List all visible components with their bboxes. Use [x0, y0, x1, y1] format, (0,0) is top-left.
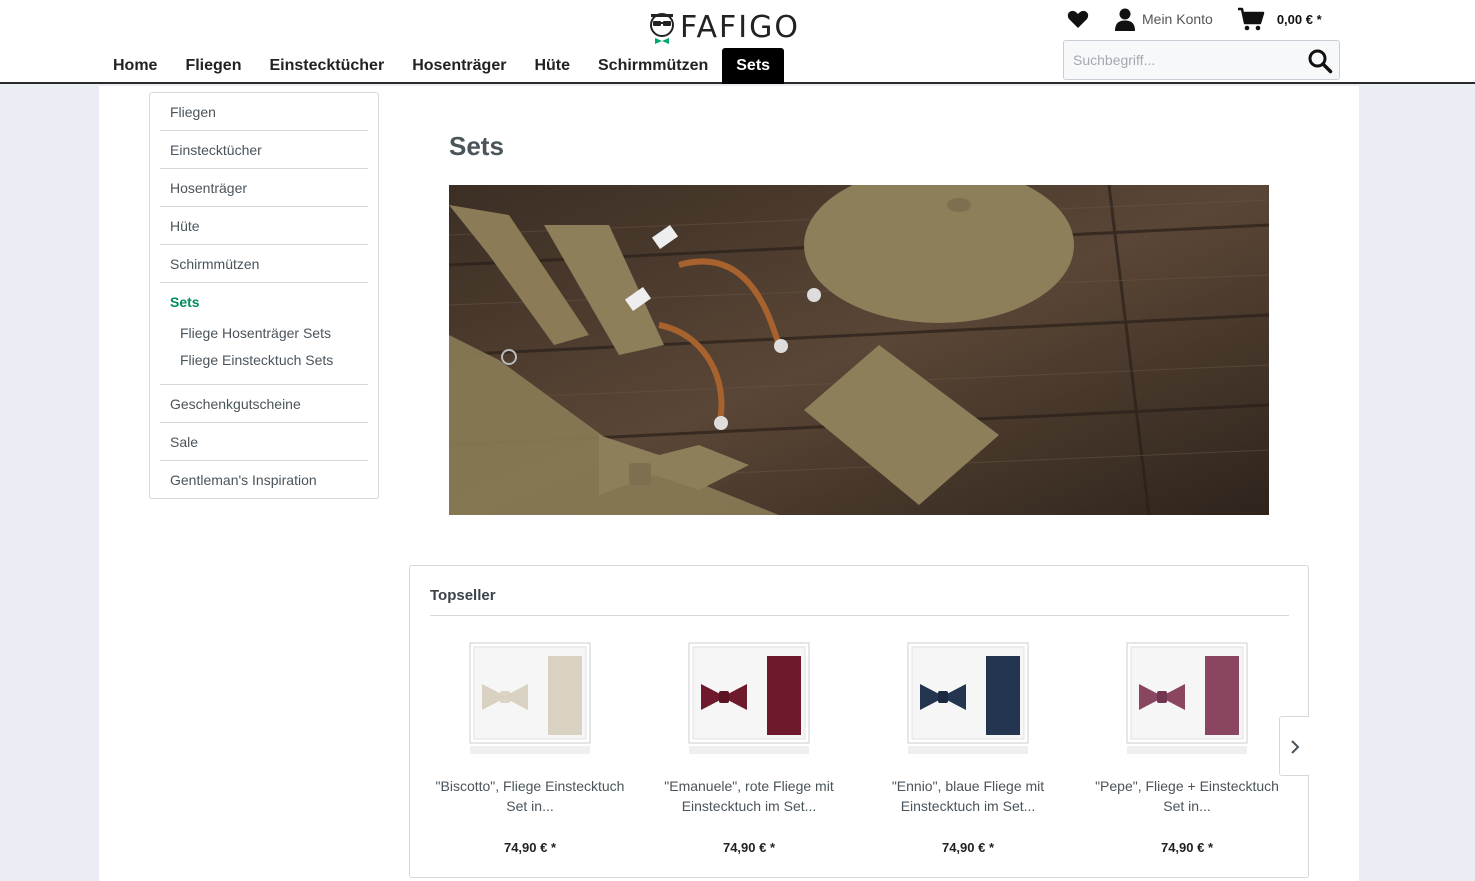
nav-item-hosentraeger[interactable]: Hosenträger [398, 48, 520, 84]
sidebar-subitem-fliege-einstecktuch-sets[interactable]: Fliege Einstecktuch Sets [180, 352, 333, 368]
sidebar-item-einstecktuecher[interactable]: Einstecktücher [160, 131, 368, 169]
page-title: Sets [449, 131, 504, 161]
sidebar-item-sale[interactable]: Sale [160, 423, 368, 461]
product-image [1126, 642, 1248, 754]
sidebar-item-huete[interactable]: Hüte [160, 207, 368, 245]
product-image [469, 642, 591, 754]
product-card[interactable]: "Emanuele", rote Fliege mit Einstecktuch… [649, 626, 849, 866]
cart-icon [1237, 7, 1265, 31]
user-icon [1115, 8, 1135, 31]
logo-text: FAFIGO [680, 9, 800, 45]
heart-icon[interactable] [1066, 7, 1090, 31]
cart-link[interactable]: 0,00 € * [1237, 7, 1322, 31]
logo-mark-icon [650, 13, 674, 44]
nav-item-sets[interactable]: Sets [722, 48, 785, 84]
product-name[interactable]: "Emanuele", rote Fliege mit Einstecktuch… [649, 776, 849, 816]
search-icon[interactable] [1307, 48, 1333, 74]
nav-item-fliegen[interactable]: Fliegen [171, 48, 255, 84]
nav-item-schirmmuetzen[interactable]: Schirmmützen [584, 48, 722, 84]
sidebar-item-fliegen[interactable]: Fliegen [160, 93, 368, 131]
account-label: Mein Konto [1142, 11, 1213, 27]
sidebar-item-hosentraeger[interactable]: Hosenträger [160, 169, 368, 207]
product-price: 74,90 € * [503, 840, 557, 855]
sidebar-item-geschenkgutscheine[interactable]: Geschenkgutscheine [160, 385, 368, 423]
site-header: FAFIGO Home Fliegen Einstecktücher Hosen… [0, 0, 1475, 84]
account-link[interactable]: Mein Konto [1114, 7, 1213, 31]
logo[interactable]: FAFIGO [648, 8, 800, 46]
product-name[interactable]: "Biscotto", Fliege Einstecktuch Set in..… [430, 776, 630, 816]
header-actions: Mein Konto 0,00 € * [1064, 6, 1340, 32]
nav-item-huete[interactable]: Hüte [520, 48, 584, 84]
product-price: 74,90 € * [1160, 840, 1214, 855]
product-card[interactable]: "Biscotto", Fliege Einstecktuch Set in..… [430, 626, 630, 866]
product-price: 74,90 € * [941, 840, 995, 855]
topseller-divider [430, 615, 1289, 616]
product-price: 74,90 € * [722, 840, 776, 855]
cart-total: 0,00 € * [1276, 11, 1322, 27]
product-name[interactable]: "Pepe", Fliege + Einstecktuch Set in... [1087, 776, 1287, 816]
main-nav: Home Fliegen Einstecktücher Hosenträger … [99, 48, 785, 84]
topseller-slider: Topseller "Biscotto", Fliege Einstecktuc… [409, 565, 1309, 878]
category-banner-image [449, 185, 1269, 515]
product-card[interactable]: "Pepe", Fliege + Einstecktuch Set in... … [1087, 626, 1287, 866]
search-input[interactable] [1064, 41, 1299, 79]
sidebar-item-gentlemans-inspiration[interactable]: Gentleman's Inspiration [160, 461, 368, 499]
chevron-right-icon [1291, 740, 1300, 754]
slider-next-button[interactable] [1279, 716, 1309, 776]
product-card[interactable]: "Ennio", blaue Fliege mit Einstecktuch i… [868, 626, 1068, 866]
sidebar-subitem-fliege-hosentraeger-sets[interactable]: Fliege Hosenträger Sets [180, 325, 331, 341]
sidebar-item-schirmmuetzen[interactable]: Schirmmützen [160, 245, 368, 283]
nav-item-home[interactable]: Home [99, 48, 171, 84]
product-image [688, 642, 810, 754]
nav-item-einstecktuecher[interactable]: Einstecktücher [255, 48, 398, 84]
topseller-title: Topseller [430, 587, 496, 604]
search-box [1063, 40, 1340, 80]
product-image [907, 642, 1029, 754]
category-sidebar: Fliegen Einstecktücher Hosenträger Hüte … [149, 92, 379, 499]
product-name[interactable]: "Ennio", blaue Fliege mit Einstecktuch i… [868, 776, 1068, 816]
